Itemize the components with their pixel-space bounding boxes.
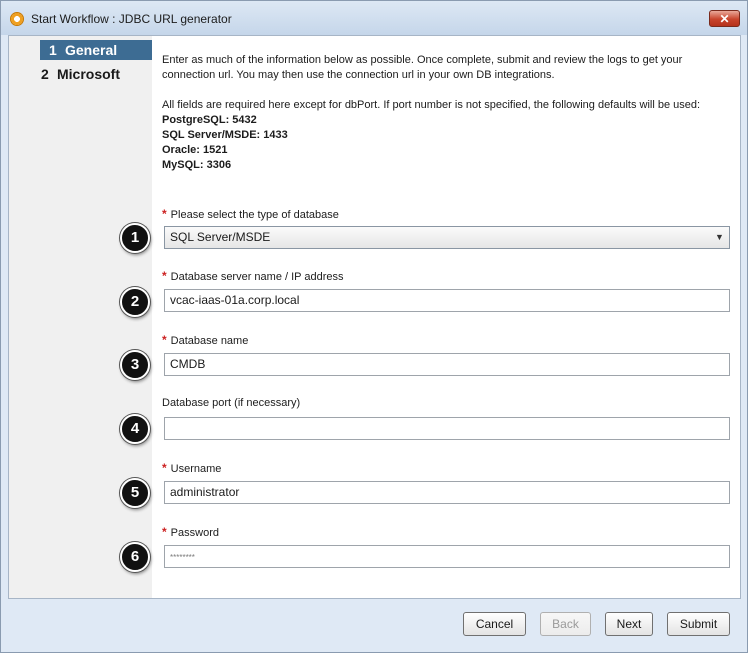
form-area: Enter as much of the information below a… — [152, 36, 740, 598]
password-label-text: Password — [170, 527, 219, 539]
server-input[interactable]: vcac-iaas-01a.corp.local — [164, 289, 730, 312]
step-microsoft[interactable]: 2 Microsoft — [41, 64, 120, 84]
required-marker: * — [162, 207, 167, 221]
next-button[interactable]: Next — [605, 612, 653, 636]
db-name-input[interactable]: CMDB — [164, 353, 730, 376]
username-input[interactable]: administrator — [164, 481, 730, 504]
button-bar: Cancel Back Next Submit — [1, 599, 747, 652]
db-type-select[interactable]: SQL Server/MSDE ▼ — [164, 226, 730, 249]
workflow-icon — [10, 12, 24, 26]
intro-line-3: All fields are required here except for … — [162, 99, 701, 111]
db-name-label: * Database name — [162, 333, 248, 347]
password-input[interactable]: ******** — [164, 545, 730, 568]
back-button[interactable]: Back — [540, 612, 591, 636]
callout-badge-1: 1 — [120, 223, 150, 253]
required-marker: * — [162, 461, 167, 475]
password-mask: ******** — [170, 553, 195, 562]
callout-badge-4: 4 — [120, 414, 150, 444]
db-type-label: * Please select the type of database — [162, 207, 339, 221]
required-marker: * — [162, 333, 167, 347]
default-oracle: Oracle: 1521 — [162, 144, 228, 156]
title-bar[interactable]: Start Workflow : JDBC URL generator ✕ — [1, 1, 747, 35]
callout-badge-6: 6 — [120, 542, 150, 572]
server-label-text: Database server name / IP address — [170, 271, 344, 283]
step-label: Microsoft — [57, 66, 120, 82]
db-type-label-text: Please select the type of database — [170, 209, 339, 221]
window-title: Start Workflow : JDBC URL generator — [31, 12, 232, 26]
username-label: * Username — [162, 461, 221, 475]
step-general[interactable]: 1 General — [40, 40, 152, 60]
step-number: 1 — [49, 42, 57, 58]
dialog-window: Start Workflow : JDBC URL generator ✕ 1G… — [0, 0, 748, 653]
default-postgres: PostgreSQL: 5432 — [162, 114, 257, 126]
cancel-button[interactable]: Cancel — [463, 612, 526, 636]
required-marker: * — [162, 525, 167, 539]
default-mysql: MySQL: 3306 — [162, 159, 232, 171]
submit-button[interactable]: Submit — [667, 612, 730, 636]
callout-badge-2: 2 — [120, 287, 150, 317]
default-sqlserver: SQL Server/MSDE: 1433 — [162, 129, 288, 141]
intro-line-2: connection url. You may then use the con… — [162, 69, 555, 81]
intro-line-1: Enter as much of the information below a… — [162, 54, 683, 66]
callout-badge-5: 5 — [120, 478, 150, 508]
username-label-text: Username — [170, 463, 222, 475]
required-marker: * — [162, 269, 167, 283]
close-button[interactable]: ✕ — [709, 10, 740, 27]
port-input[interactable] — [164, 417, 730, 440]
db-type-value: SQL Server/MSDE — [170, 230, 271, 244]
server-label: * Database server name / IP address — [162, 269, 344, 283]
port-label: Database port (if necessary) — [162, 397, 301, 409]
dialog-content: 1 General 2 Microsoft Enter as much of the… — [8, 35, 741, 599]
db-name-label-text: Database name — [170, 335, 249, 347]
callout-badge-3: 3 — [120, 350, 150, 380]
step-number: 2 — [41, 66, 49, 82]
chevron-down-icon[interactable]: ▼ — [712, 229, 727, 246]
step-label: General — [65, 42, 118, 58]
password-label: * Password — [162, 525, 219, 539]
steps-sidebar: 1 General 2 Microsoft — [9, 36, 152, 598]
